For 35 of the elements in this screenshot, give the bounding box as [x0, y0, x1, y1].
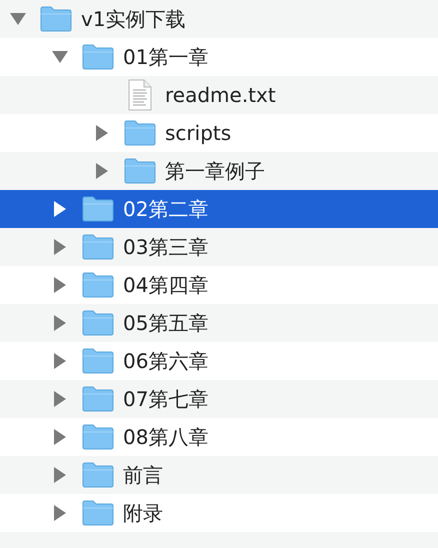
folder-icon — [82, 386, 114, 412]
file-name: 第一章例子 — [165, 158, 265, 184]
folder-icon — [82, 424, 114, 450]
file-name: 01第一章 — [123, 44, 208, 70]
file-name: 04第四章 — [123, 272, 208, 298]
file-row[interactable]: scripts — [0, 114, 438, 152]
folder-icon — [82, 500, 114, 526]
file-name: v1实例下载 — [81, 6, 186, 32]
folder-icon — [124, 158, 156, 184]
file-name: 06第六章 — [123, 348, 208, 374]
file-row[interactable]: 01第一章 — [0, 38, 438, 76]
folder-icon — [124, 120, 156, 146]
file-name: scripts — [165, 121, 232, 145]
folder-icon — [82, 310, 114, 336]
file-name: 07第七章 — [123, 386, 208, 412]
file-row[interactable]: 04第四章 — [0, 266, 438, 304]
file-row[interactable]: 附录 — [0, 494, 438, 532]
file-row[interactable]: 06第六章 — [0, 342, 438, 380]
file-name: 08第八章 — [123, 424, 208, 450]
file-row[interactable]: 02第二章 — [0, 190, 438, 228]
folder-icon — [82, 44, 114, 70]
folder-icon — [82, 272, 114, 298]
folder-icon — [82, 462, 114, 488]
file-name: readme.txt — [165, 83, 276, 107]
folder-icon — [82, 196, 114, 222]
file-name: 前言 — [123, 462, 163, 488]
file-row[interactable]: 08第八章 — [0, 418, 438, 456]
folder-icon — [82, 348, 114, 374]
folder-icon — [40, 6, 72, 32]
text-file-icon — [127, 79, 153, 111]
file-name: 02第二章 — [123, 196, 208, 222]
file-name: 03第三章 — [123, 234, 208, 260]
file-name: 附录 — [123, 500, 163, 526]
folder-icon — [82, 234, 114, 260]
file-name: 05第五章 — [123, 310, 208, 336]
